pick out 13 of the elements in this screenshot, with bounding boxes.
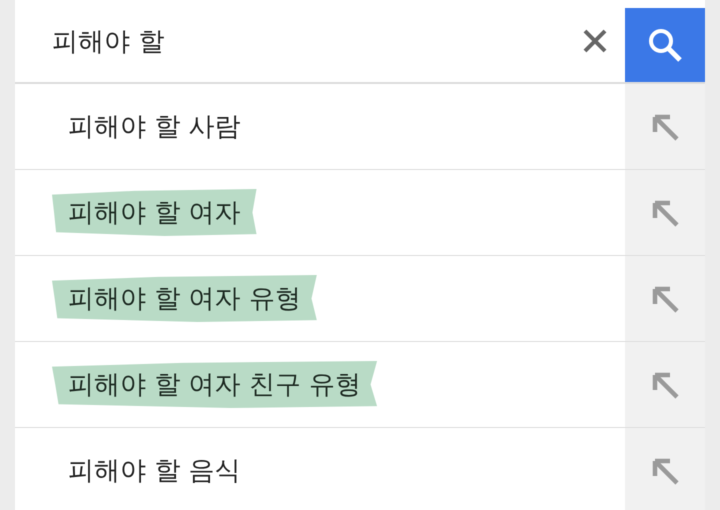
search-button[interactable] — [625, 8, 705, 82]
fill-in-button[interactable] — [625, 170, 705, 255]
close-icon — [582, 28, 608, 54]
suggestion-link[interactable]: 피해야 할 여자 친구 유형 — [52, 361, 378, 408]
suggestion-link[interactable]: 피해야 할 여자 유형 — [52, 275, 317, 322]
search-icon — [647, 27, 683, 63]
fill-in-button[interactable] — [625, 342, 705, 427]
fill-in-button[interactable] — [625, 428, 705, 510]
suggestion-link[interactable]: 피해야 할 여자 — [52, 189, 257, 236]
suggestion-link[interactable]: 피해야 할 사람 — [52, 103, 257, 150]
suggestion-link[interactable]: 피해야 할 음식 — [52, 447, 257, 494]
fill-in-button[interactable] — [625, 256, 705, 341]
fill-in-button[interactable] — [625, 84, 705, 169]
